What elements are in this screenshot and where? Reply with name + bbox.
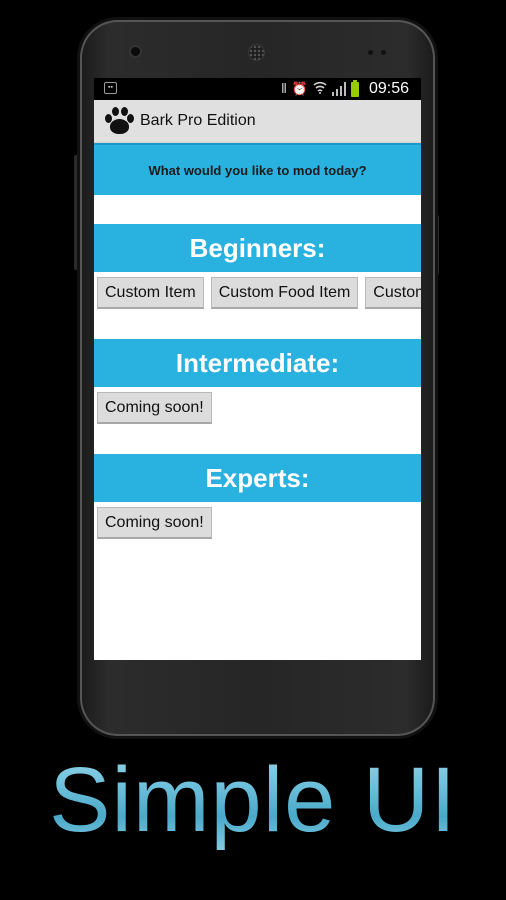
section-header-beginners: Beginners:: [94, 224, 421, 272]
alarm-icon: ⏰: [291, 81, 308, 96]
battery-icon: [351, 79, 359, 97]
app-title: Bark Pro Edition: [140, 112, 256, 129]
wifi-icon: [313, 81, 327, 98]
earpiece-speaker: [249, 45, 264, 60]
promo-tagline: Simple UI: [0, 745, 506, 855]
paw-icon[interactable]: [104, 106, 134, 136]
intermediate-button-row: Coming soon!: [94, 387, 421, 425]
light-sensor: [381, 50, 386, 55]
status-time: 09:56: [368, 80, 409, 97]
power-button: [435, 215, 439, 275]
prompt-banner: What would you like to mod today?: [94, 143, 421, 195]
signal-icon: [332, 82, 346, 96]
notification-icon: ▪▪: [104, 82, 117, 94]
beginners-button-row[interactable]: Custom Item Custom Food Item Custom Bloc…: [94, 272, 421, 310]
action-bar: Bark Pro Edition: [94, 100, 421, 143]
experts-button-row: Coming soon!: [94, 502, 421, 540]
status-bar: ▪▪ ⦀ ⏰ 09:56: [94, 78, 421, 100]
custom-item-button[interactable]: Custom Item: [97, 277, 204, 309]
phone-screen: ▪▪ ⦀ ⏰ 09:56 Bark Pro Edition What would…: [94, 78, 421, 660]
section-header-intermediate: Intermediate:: [94, 339, 421, 387]
intermediate-coming-soon-button[interactable]: Coming soon!: [97, 392, 212, 424]
experts-coming-soon-button[interactable]: Coming soon!: [97, 507, 212, 539]
custom-food-item-button[interactable]: Custom Food Item: [210, 277, 359, 309]
vibrate-icon: ⦀: [281, 81, 287, 96]
status-icons: ⦀ ⏰: [281, 79, 359, 98]
front-camera: [131, 47, 140, 56]
custom-block-button[interactable]: Custom Block: [365, 277, 421, 309]
section-header-experts: Experts:: [94, 454, 421, 502]
proximity-sensor: [368, 50, 373, 55]
